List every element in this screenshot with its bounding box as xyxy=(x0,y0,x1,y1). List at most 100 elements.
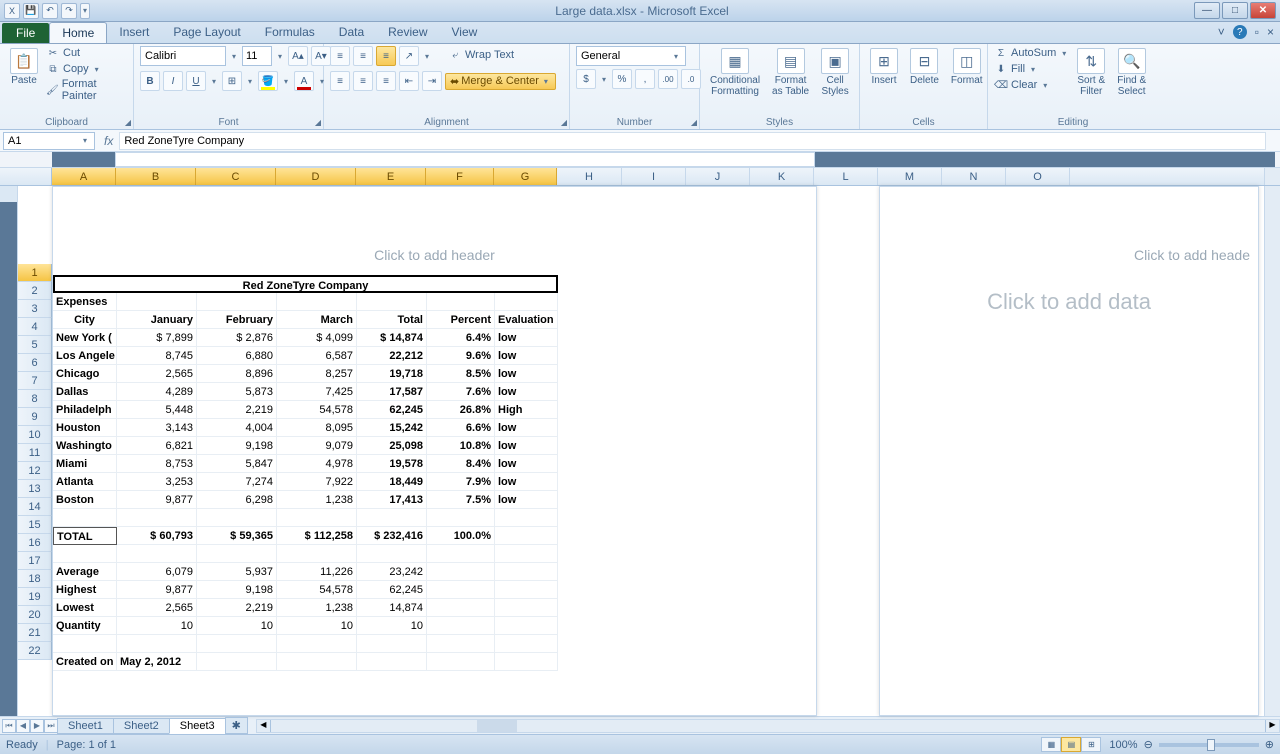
paste-button[interactable]: 📋 Paste xyxy=(6,46,42,88)
format-button[interactable]: ◫Format xyxy=(947,46,987,88)
page-layout-view-icon[interactable]: ▤ xyxy=(1061,737,1081,752)
last-sheet-icon[interactable]: ⏭ xyxy=(44,719,58,733)
clipboard-launcher-icon[interactable]: ◢ xyxy=(125,118,131,127)
align-right-icon[interactable]: ≡ xyxy=(376,71,396,91)
minimize-button[interactable]: — xyxy=(1194,2,1220,19)
format-as-table-button[interactable]: ▤Format as Table xyxy=(768,46,813,99)
grow-font-icon[interactable]: A▴ xyxy=(288,46,308,66)
column-header-G[interactable]: G xyxy=(494,168,557,185)
select-all-corner[interactable] xyxy=(0,168,52,185)
page-break-view-icon[interactable]: ⊞ xyxy=(1081,737,1101,752)
number-launcher-icon[interactable]: ◢ xyxy=(691,118,697,127)
zoom-level[interactable]: 100% xyxy=(1109,739,1137,751)
vertical-scrollbar[interactable] xyxy=(1264,186,1280,716)
row-header-20[interactable]: 20 xyxy=(18,606,52,624)
row-header-21[interactable]: 21 xyxy=(18,624,52,642)
tab-home[interactable]: Home xyxy=(49,22,107,43)
column-header-L[interactable]: L xyxy=(814,168,878,185)
column-header-N[interactable]: N xyxy=(942,168,1006,185)
normal-view-icon[interactable]: ▦ xyxy=(1041,737,1061,752)
row-header-17[interactable]: 17 xyxy=(18,552,52,570)
orientation-icon[interactable]: ↗ xyxy=(399,46,419,66)
row-header-8[interactable]: 8 xyxy=(18,390,52,408)
column-header-E[interactable]: E xyxy=(356,168,426,185)
column-header-O[interactable]: O xyxy=(1006,168,1070,185)
tab-page-layout[interactable]: Page Layout xyxy=(161,22,252,43)
undo-icon[interactable]: ↶ xyxy=(42,3,58,19)
window-close-icon[interactable]: × xyxy=(1267,25,1274,39)
column-header-D[interactable]: D xyxy=(276,168,356,185)
row-header-2[interactable]: 2 xyxy=(18,282,52,300)
cell-styles-button[interactable]: ▣Cell Styles xyxy=(817,46,853,99)
font-launcher-icon[interactable]: ◢ xyxy=(315,118,321,127)
zoom-slider[interactable] xyxy=(1159,743,1259,747)
cut-button[interactable]: ✂Cut xyxy=(46,46,127,60)
row-header-18[interactable]: 18 xyxy=(18,570,52,588)
data-placeholder[interactable]: Click to add data xyxy=(880,289,1258,315)
column-header-B[interactable]: B xyxy=(116,168,196,185)
number-format-dropdown[interactable]: General▾ xyxy=(576,46,686,66)
qat-dropdown-icon[interactable]: ▾ xyxy=(80,3,90,19)
row-header-19[interactable]: 19 xyxy=(18,588,52,606)
row-header-14[interactable]: 14 xyxy=(18,498,52,516)
font-name-input[interactable] xyxy=(140,46,226,66)
tab-view[interactable]: View xyxy=(440,22,490,43)
increase-indent-icon[interactable]: ⇥ xyxy=(422,71,442,91)
column-header-H[interactable]: H xyxy=(557,168,622,185)
clear-button[interactable]: ⌫Clear▾ xyxy=(994,78,1069,92)
conditional-formatting-button[interactable]: ▦Conditional Formatting xyxy=(706,46,764,99)
column-header-C[interactable]: C xyxy=(196,168,276,185)
tab-review[interactable]: Review xyxy=(376,22,439,43)
tab-data[interactable]: Data xyxy=(327,22,376,43)
maximize-button[interactable]: □ xyxy=(1222,2,1248,19)
row-header-13[interactable]: 13 xyxy=(18,480,52,498)
name-box[interactable]: A1▾ xyxy=(3,132,95,150)
row-header-11[interactable]: 11 xyxy=(18,444,52,462)
row-header-16[interactable]: 16 xyxy=(18,534,52,552)
comma-icon[interactable]: , xyxy=(635,69,655,89)
alignment-launcher-icon[interactable]: ◢ xyxy=(561,118,567,127)
column-header-A[interactable]: A xyxy=(52,168,116,185)
wrap-text-button[interactable]: ⤶Wrap Text xyxy=(448,48,514,62)
row-header-9[interactable]: 9 xyxy=(18,408,52,426)
decrease-indent-icon[interactable]: ⇤ xyxy=(399,71,419,91)
cell-grid[interactable]: Red ZoneTyre CompanyExpensesCityJanuaryF… xyxy=(53,275,816,671)
italic-button[interactable]: I xyxy=(163,71,183,91)
help-icon[interactable]: ? xyxy=(1233,25,1247,39)
increase-decimal-icon[interactable]: .00 xyxy=(658,69,678,89)
align-middle-icon[interactable]: ≡ xyxy=(353,46,373,66)
row-header-3[interactable]: 3 xyxy=(18,300,52,318)
column-header-M[interactable]: M xyxy=(878,168,942,185)
underline-button[interactable]: U xyxy=(186,71,206,91)
window-restore-icon[interactable]: ▫ xyxy=(1255,25,1259,39)
delete-button[interactable]: ⊟Delete xyxy=(906,46,943,88)
align-bottom-icon[interactable]: ≡ xyxy=(376,46,396,66)
borders-button[interactable]: ⊞ xyxy=(222,71,242,91)
row-header-22[interactable]: 22 xyxy=(18,642,52,660)
row-header-4[interactable]: 4 xyxy=(18,318,52,336)
horizontal-scrollbar[interactable]: ◀ ▶ xyxy=(256,719,1280,733)
row-header-15[interactable]: 15 xyxy=(18,516,52,534)
autosum-button[interactable]: ΣAutoSum▾ xyxy=(994,46,1069,60)
column-header-I[interactable]: I xyxy=(622,168,686,185)
row-header-7[interactable]: 7 xyxy=(18,372,52,390)
format-painter-button[interactable]: 🖌Format Painter xyxy=(46,78,127,102)
align-top-icon[interactable]: ≡ xyxy=(330,46,350,66)
row-header-10[interactable]: 10 xyxy=(18,426,52,444)
find-select-button[interactable]: 🔍Find & Select xyxy=(1113,46,1150,99)
row-header-12[interactable]: 12 xyxy=(18,462,52,480)
font-color-button[interactable]: A xyxy=(294,71,314,91)
formula-input[interactable]: Red ZoneTyre Company xyxy=(119,132,1266,150)
zoom-out-icon[interactable]: ⊖ xyxy=(1144,738,1153,751)
first-sheet-icon[interactable]: ⏮ xyxy=(2,719,16,733)
bold-button[interactable]: B xyxy=(140,71,160,91)
currency-icon[interactable]: $ xyxy=(576,69,596,89)
close-button[interactable]: ✕ xyxy=(1250,2,1276,19)
excel-icon[interactable]: X xyxy=(4,3,20,19)
minimize-ribbon-icon[interactable]: ˅ xyxy=(1218,25,1225,39)
header-placeholder[interactable]: Click to add header xyxy=(53,247,816,263)
fill-button[interactable]: ⬇Fill▾ xyxy=(994,62,1069,76)
row-header-5[interactable]: 5 xyxy=(18,336,52,354)
column-header-F[interactable]: F xyxy=(426,168,494,185)
row-header-6[interactable]: 6 xyxy=(18,354,52,372)
